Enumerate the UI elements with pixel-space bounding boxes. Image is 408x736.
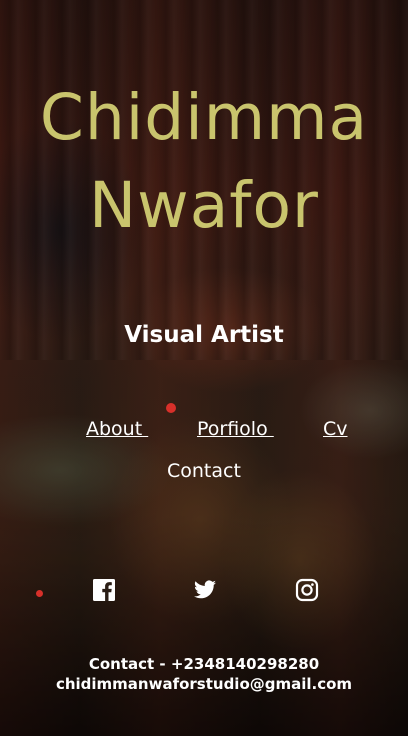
- nav-cv-link[interactable]: Cv: [323, 418, 348, 440]
- decorative-dot: [166, 403, 176, 413]
- artist-first-name: Chidimma: [39, 81, 369, 154]
- footer-contact: Contact - +2348140298280 chidimmanwafors…: [0, 654, 408, 694]
- facebook-icon[interactable]: [92, 578, 118, 604]
- artist-last-name: Nwafor: [89, 169, 319, 242]
- contact-email[interactable]: chidimmanwaforstudio@gmail.com: [0, 674, 408, 694]
- nav-contact-link[interactable]: Contact: [167, 460, 241, 482]
- nav-portfolio-link[interactable]: Porfiolo: [197, 418, 274, 440]
- nav-about-link[interactable]: About: [86, 418, 148, 440]
- instagram-icon[interactable]: [295, 578, 321, 604]
- artist-name: Chidimma Nwafor: [0, 74, 408, 250]
- twitter-icon[interactable]: [192, 578, 218, 604]
- decorative-dot: [36, 590, 43, 597]
- contact-phone: Contact - +2348140298280: [88, 655, 320, 673]
- tagline: Visual Artist: [124, 322, 284, 348]
